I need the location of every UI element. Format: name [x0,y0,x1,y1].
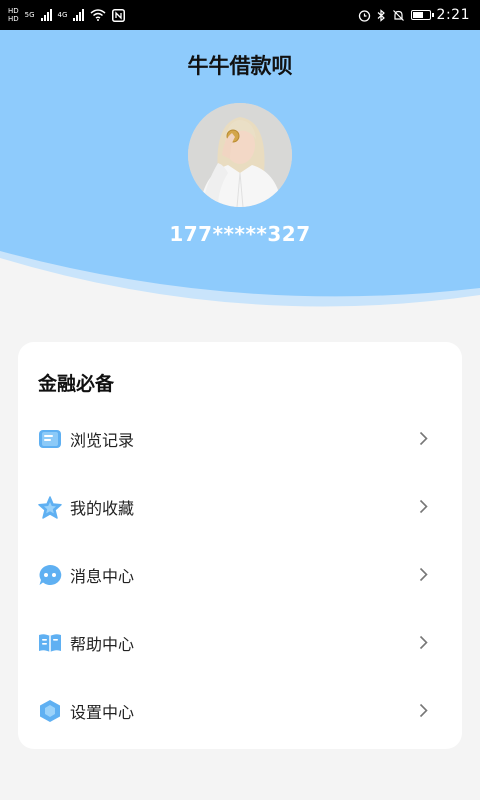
menu-item-label: 设置中心 [70,703,135,722]
page-title: 牛牛借款呗 [187,54,293,78]
chevron-right-icon [419,567,428,582]
menu-item-browse-history[interactable]: 浏览记录 [18,414,462,464]
status-left: HD HD 5G 4G [8,7,126,23]
menu-item-favorites[interactable]: 我的收藏 [18,482,462,532]
signal-icon [40,9,52,21]
status-bar: HD HD 5G 4G 2:21 [0,0,480,30]
chevron-right-icon [419,703,428,718]
chat-bubble-icon [38,563,62,587]
network-type-1: 5G [24,11,35,19]
menu-item-help[interactable]: 帮助中心 [18,618,462,668]
hd-indicators: HD HD [8,7,19,23]
avatar[interactable] [188,103,292,207]
avatar-image [188,103,292,207]
menu-item-messages[interactable]: 消息中心 [18,550,462,600]
book-icon [38,631,62,655]
hexagon-settings-icon [38,699,62,723]
bluetooth-icon [377,8,385,22]
status-time: 2:21 [436,7,470,23]
signal-icon-2 [73,9,85,21]
alarm-icon [358,9,370,22]
chevron-right-icon [419,431,428,446]
wifi-icon [90,9,106,21]
status-right: 2:21 [358,7,470,23]
battery-icon [410,10,434,20]
mute-bell-icon [392,9,404,21]
star-icon [38,495,62,519]
user-phone: 177*****327 [169,222,311,246]
menu-item-label: 浏览记录 [70,431,135,450]
chevron-right-icon [419,635,428,650]
hd-label-1: HD [8,7,19,15]
menu-item-settings[interactable]: 设置中心 [18,686,462,736]
document-icon [38,427,62,451]
card-title: 金融必备 [38,373,115,395]
menu-item-label: 消息中心 [70,567,135,586]
menu-item-label: 帮助中心 [70,635,135,654]
nfc-icon [112,8,126,22]
hd-label-2: HD [8,15,19,23]
menu-card: 金融必备 浏览记录 我的收藏 消息中心 帮助中心 设置中心 [18,342,462,749]
network-type-2: 4G [57,11,68,19]
chevron-right-icon [419,499,428,514]
menu-item-label: 我的收藏 [70,499,135,518]
